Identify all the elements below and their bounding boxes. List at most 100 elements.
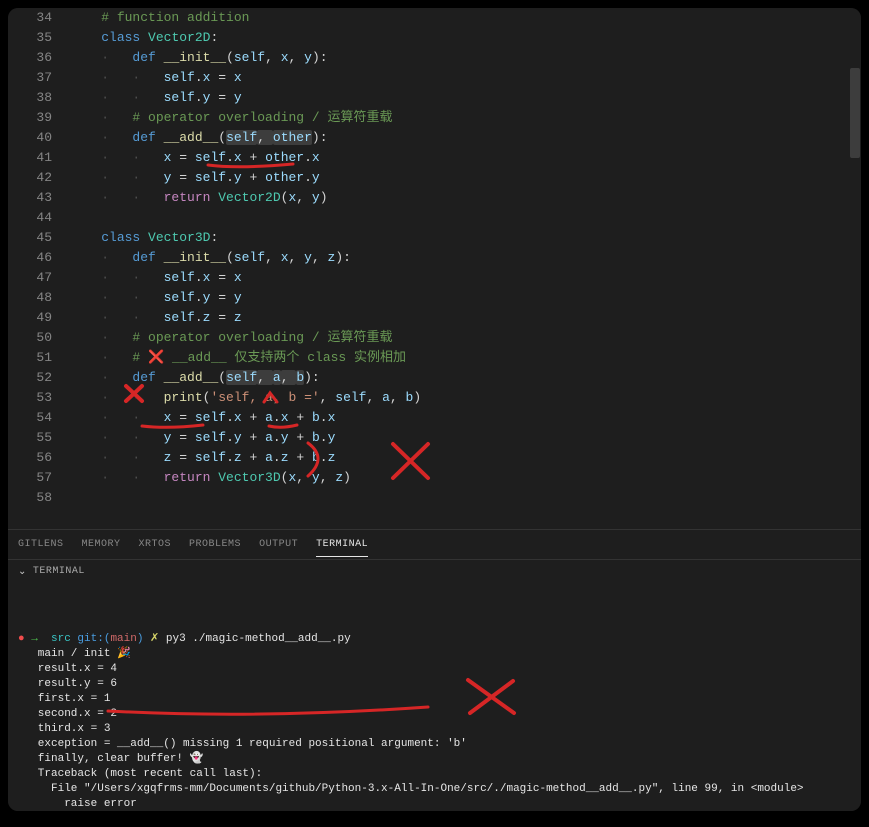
terminal-line: third.x = 3 [18, 722, 851, 737]
line-number: 57 [8, 468, 70, 488]
token-param: a [273, 370, 281, 385]
token-param: z [335, 470, 343, 485]
terminal-text: third.x = 3 [18, 723, 110, 735]
terminal-output[interactable]: ● → src git:(main) ✗ py3 ./magic-method_… [8, 583, 861, 811]
token-op [140, 30, 148, 45]
code-line[interactable]: 47 · · self.x = x [8, 268, 861, 288]
code-line[interactable]: 50 · # operator overloading / 运算符重载 [8, 328, 861, 348]
line-content[interactable]: class Vector2D: [70, 28, 218, 48]
line-content[interactable]: · · return Vector2D(x, y) [70, 188, 328, 208]
token-param: z [234, 310, 242, 325]
line-number: 39 [8, 108, 70, 128]
line-content[interactable]: # function addition [70, 8, 249, 28]
code-line[interactable]: 49 · · self.z = z [8, 308, 861, 328]
line-number: 37 [8, 68, 70, 88]
token-op: ) [320, 190, 328, 205]
code-editor[interactable]: 34 # function addition35 class Vector2D:… [8, 8, 861, 529]
token-op: ) [343, 470, 351, 485]
code-line[interactable]: 51 · # ❌ __add__ 仅支持两个 class 实例相加 [8, 348, 861, 368]
token-param: x [312, 150, 320, 165]
token-dot: · · [70, 70, 164, 85]
token-op: . [304, 150, 312, 165]
code-line[interactable]: 34 # function addition [8, 8, 861, 28]
token-param: x [234, 70, 242, 85]
scrollbar-thumb[interactable] [850, 68, 860, 158]
panel-tab-gitlens[interactable]: GITLENS [18, 533, 64, 556]
token-op: , [320, 390, 336, 405]
line-content[interactable]: · · self.x = x [70, 68, 242, 88]
token-dot [70, 10, 101, 25]
code-line[interactable]: 53 · · print('self, a, b =', self, a, b) [8, 388, 861, 408]
panel-tab-memory[interactable]: MEMORY [82, 533, 121, 556]
line-content[interactable]: · · z = self.z + a.z + b.z [70, 448, 335, 468]
code-line[interactable]: 46 · def __init__(self, x, y, z): [8, 248, 861, 268]
line-content[interactable]: · def __add__(self, a, b): [70, 368, 320, 388]
code-line[interactable]: 57 · · return Vector3D(x, y, z) [8, 468, 861, 488]
line-content[interactable]: · def __init__(self, x, y): [70, 48, 328, 68]
token-param: other [265, 170, 304, 185]
code-line[interactable]: 52 · def __add__(self, a, b): [8, 368, 861, 388]
line-content[interactable] [70, 488, 101, 508]
line-content[interactable]: · # operator overloading / 运算符重载 [70, 108, 392, 128]
code-line[interactable]: 48 · · self.y = y [8, 288, 861, 308]
scrollbar-vertical[interactable] [849, 8, 861, 529]
line-content[interactable]: · def __add__(self, other): [70, 128, 328, 148]
token-param: a [265, 450, 273, 465]
line-content[interactable]: · · self.z = z [70, 308, 242, 328]
code-line[interactable]: 40 · def __add__(self, other): [8, 128, 861, 148]
token-class: Vector2D [148, 30, 210, 45]
line-content[interactable]: · · y = self.y + a.y + b.y [70, 428, 335, 448]
token-param: other [273, 130, 312, 145]
line-number: 49 [8, 308, 70, 328]
code-line[interactable]: 58 [8, 488, 861, 508]
token-param: b [296, 370, 304, 385]
line-content[interactable]: · # operator overloading / 运算符重载 [70, 328, 392, 348]
code-line[interactable]: 39 · # operator overloading / 运算符重载 [8, 108, 861, 128]
code-line[interactable]: 43 · · return Vector2D(x, y) [8, 188, 861, 208]
code-line[interactable]: 37 · · self.x = x [8, 68, 861, 88]
code-line[interactable]: 45 class Vector3D: [8, 228, 861, 248]
code-line[interactable]: 38 · · self.y = y [8, 88, 861, 108]
line-content[interactable]: class Vector3D: [70, 228, 218, 248]
line-content[interactable] [70, 208, 101, 228]
token-dot: · · [70, 170, 164, 185]
token-dot [70, 490, 101, 505]
line-content[interactable]: · · self.y = y [70, 288, 242, 308]
terminal-line: raise error [18, 797, 851, 811]
panel-tab-terminal[interactable]: TERMINAL [316, 533, 368, 557]
terminal-section-header[interactable]: ⌄ TERMINAL [8, 559, 861, 583]
panel-tab-output[interactable]: OUTPUT [259, 533, 298, 556]
token-return: return [164, 470, 211, 485]
line-content[interactable]: · · self.x = x [70, 268, 242, 288]
code-line[interactable]: 54 · · x = self.x + a.x + b.x [8, 408, 861, 428]
code-line[interactable]: 42 · · y = self.y + other.y [8, 168, 861, 188]
code-line[interactable]: 44 [8, 208, 861, 228]
token-op: = [171, 170, 194, 185]
token-op: . [226, 430, 234, 445]
token-param: b [312, 410, 320, 425]
line-content[interactable]: · def __init__(self, x, y, z): [70, 248, 351, 268]
code-line[interactable]: 35 class Vector2D: [8, 28, 861, 48]
line-number: 38 [8, 88, 70, 108]
code-line[interactable]: 56 · · z = self.z + a.z + b.z [8, 448, 861, 468]
code-line[interactable]: 41 · · x = self.x + other.x [8, 148, 861, 168]
line-content[interactable]: · · x = self.x + other.x [70, 148, 320, 168]
panel-tab-problems[interactable]: PROBLEMS [189, 533, 241, 556]
line-content[interactable]: · · self.y = y [70, 88, 242, 108]
token-op: = [210, 290, 233, 305]
token-dot: · · [70, 450, 164, 465]
panel-tab-xrtos[interactable]: XRTOS [139, 533, 172, 556]
token-op: , [257, 370, 273, 385]
code-line[interactable]: 36 · def __init__(self, x, y): [8, 48, 861, 68]
line-number: 35 [8, 28, 70, 48]
token-param: y [312, 170, 320, 185]
token-string: 'self, a, b =' [210, 390, 319, 405]
line-content[interactable]: · · print('self, a, b =', self, a, b) [70, 388, 421, 408]
line-content[interactable]: · · x = self.x + a.x + b.x [70, 408, 335, 428]
line-content[interactable]: · # ❌ __add__ 仅支持两个 class 实例相加 [70, 348, 406, 368]
line-content[interactable]: · · return Vector3D(x, y, z) [70, 468, 351, 488]
token-dot: · · [70, 90, 164, 105]
code-line[interactable]: 55 · · y = self.y + a.y + b.y [8, 428, 861, 448]
line-content[interactable]: · · y = self.y + other.y [70, 168, 320, 188]
token-op: + [289, 430, 312, 445]
